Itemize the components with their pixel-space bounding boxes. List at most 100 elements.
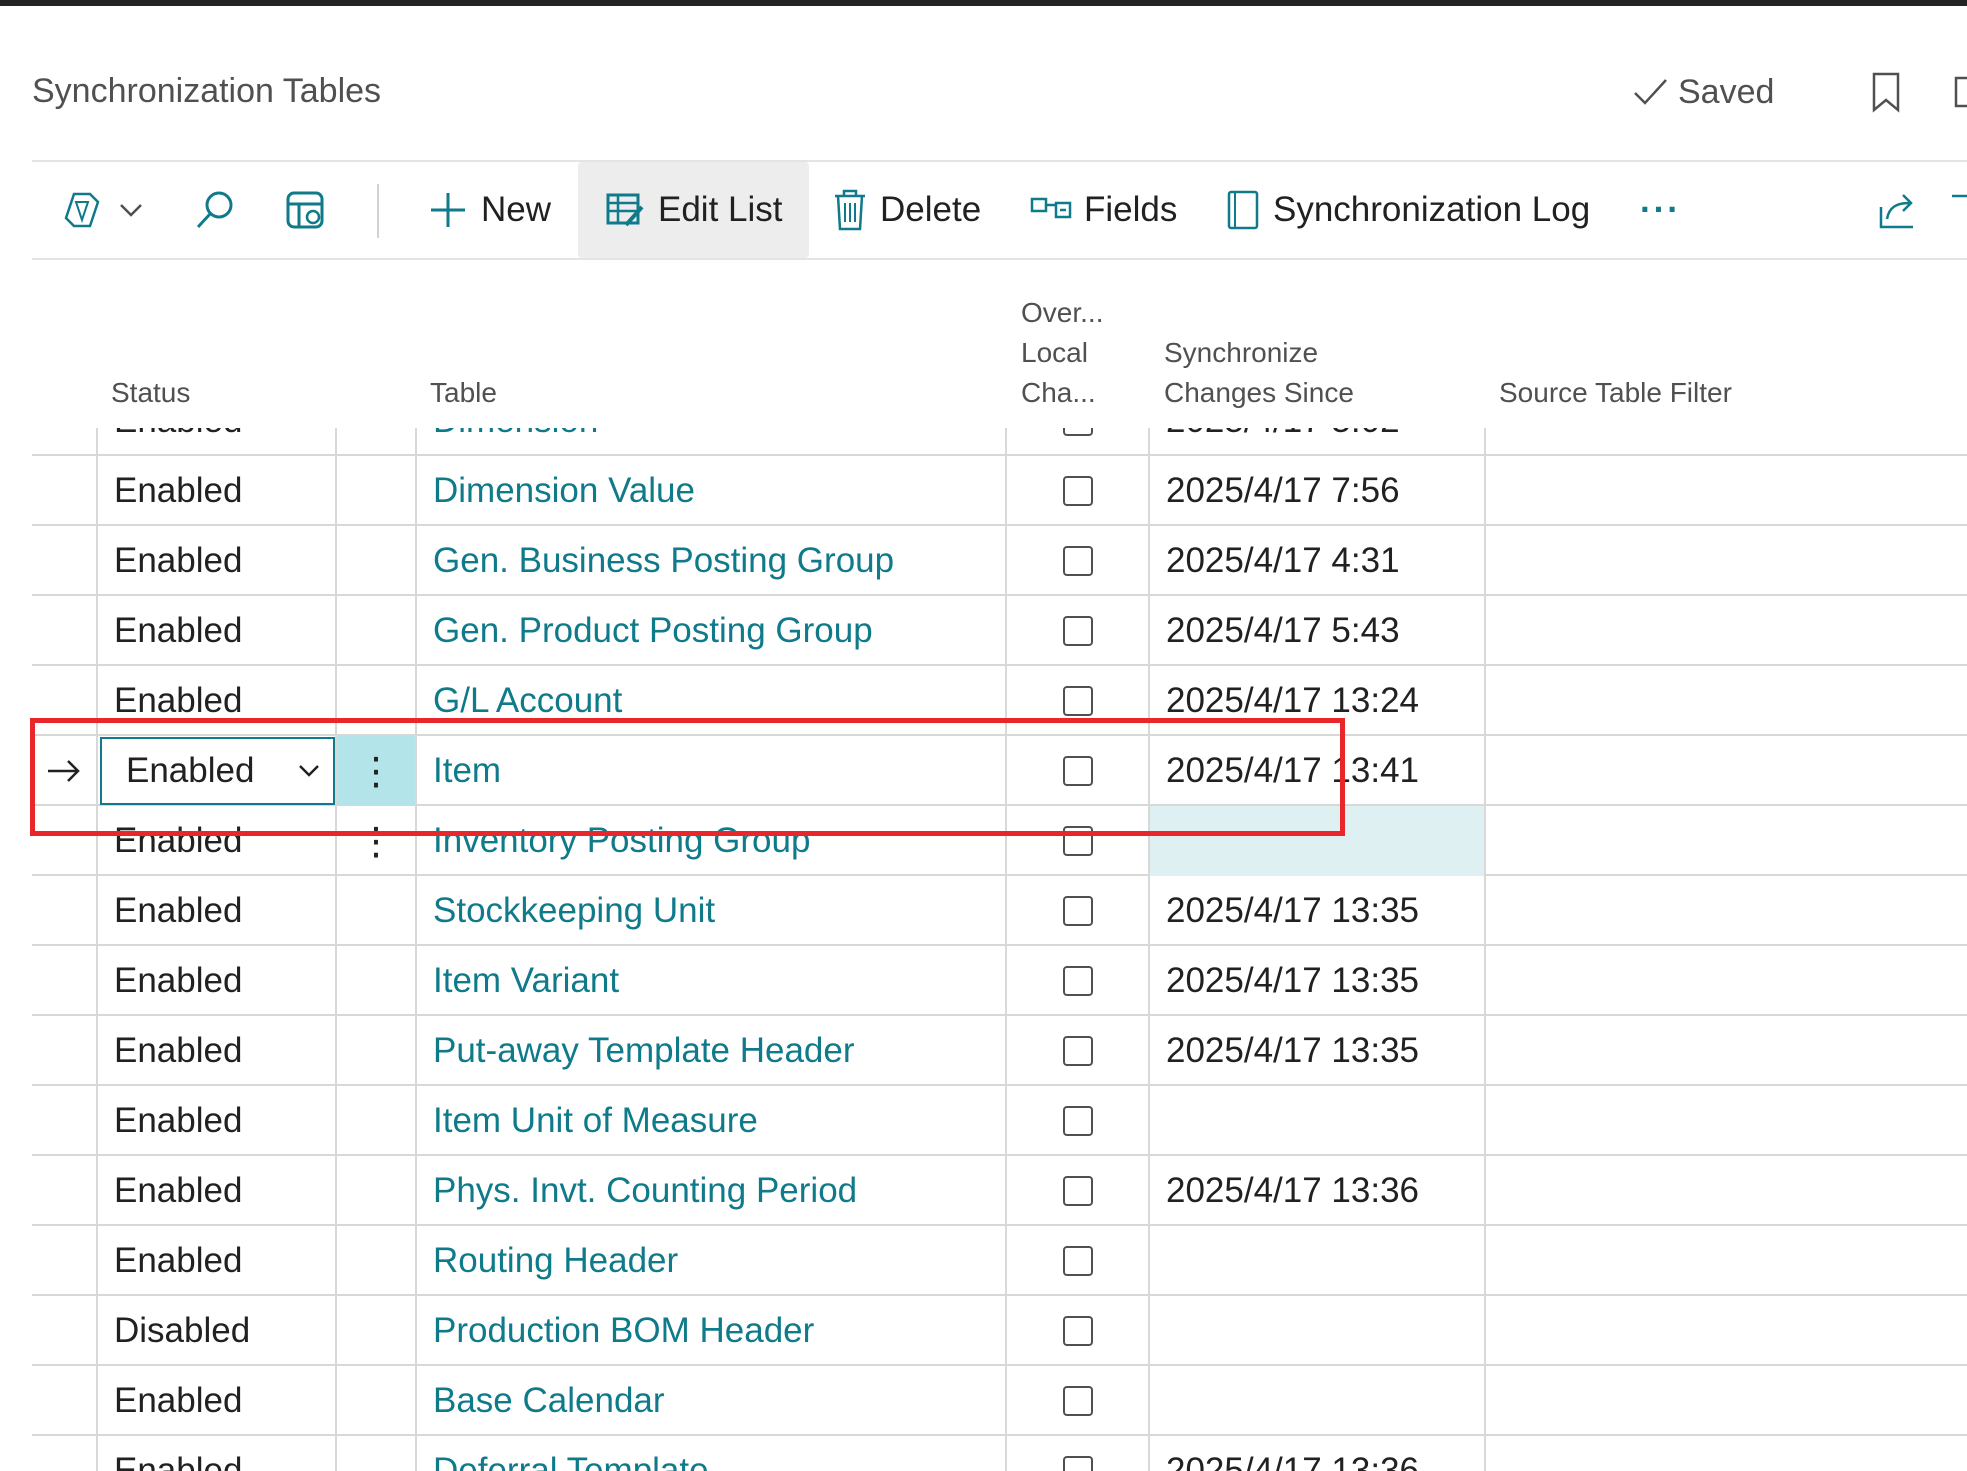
table-row[interactable]: Enabled Dimension 2025/4/17 5:02: [32, 428, 1967, 456]
table-link[interactable]: Item Unit of Measure: [417, 1086, 1007, 1156]
table-row[interactable]: Enabled Stockkeeping Unit 2025/4/17 13:3…: [32, 876, 1967, 946]
row-menu-cell[interactable]: [337, 1436, 417, 1471]
status-cell[interactable]: Enabled: [98, 876, 337, 946]
row-menu-cell[interactable]: [337, 1086, 417, 1156]
overwrite-cell[interactable]: [1007, 1226, 1150, 1296]
filter-cell[interactable]: [1486, 526, 1967, 596]
open-new-window-icon[interactable]: [1950, 68, 1967, 116]
table-link[interactable]: Item Variant: [417, 946, 1007, 1016]
column-header-status[interactable]: Status: [111, 373, 190, 413]
overwrite-cell[interactable]: [1007, 806, 1150, 876]
overwrite-cell[interactable]: [1007, 1296, 1150, 1366]
status-cell[interactable]: Enabled: [98, 428, 337, 456]
overwrite-checkbox[interactable]: [1062, 546, 1093, 576]
table-link[interactable]: Routing Header: [417, 1226, 1007, 1296]
table-row[interactable]: Enabled Item Variant 2025/4/17 13:35: [32, 946, 1967, 1016]
status-cell[interactable]: Enabled: [98, 1086, 337, 1156]
overwrite-checkbox[interactable]: [1062, 476, 1093, 506]
table-link[interactable]: Dimension Value: [417, 456, 1007, 526]
overwrite-checkbox[interactable]: [1062, 428, 1093, 436]
filter-cell[interactable]: [1486, 1016, 1967, 1086]
row-selector[interactable]: [32, 1296, 98, 1366]
column-header-table[interactable]: Table: [430, 373, 497, 413]
sync-since-cell[interactable]: 2025/4/17 13:24: [1150, 666, 1486, 736]
overwrite-checkbox[interactable]: [1062, 1456, 1093, 1471]
overwrite-cell[interactable]: [1007, 526, 1150, 596]
table-row[interactable]: Enabled Phys. Invt. Counting Period 2025…: [32, 1156, 1967, 1226]
table-link[interactable]: Dimension: [417, 428, 1007, 456]
row-selector[interactable]: [32, 736, 98, 806]
filter-cell[interactable]: [1486, 428, 1967, 456]
row-menu-cell[interactable]: [337, 526, 417, 596]
row-actions-menu-button[interactable]: ⋮: [337, 736, 417, 806]
table-link[interactable]: Phys. Invt. Counting Period: [417, 1156, 1007, 1226]
row-selector[interactable]: [32, 666, 98, 736]
overwrite-cell[interactable]: [1007, 736, 1150, 806]
table-row-selected[interactable]: Enabled ⋮ Item 2025/4/17 13:41: [32, 736, 1967, 806]
status-cell[interactable]: Enabled: [98, 736, 337, 806]
status-cell[interactable]: Enabled: [98, 806, 337, 876]
row-selector[interactable]: [32, 1086, 98, 1156]
sync-since-cell[interactable]: [1150, 1296, 1486, 1366]
overwrite-cell[interactable]: [1007, 1086, 1150, 1156]
overwrite-checkbox[interactable]: [1062, 966, 1093, 996]
row-selector[interactable]: [32, 596, 98, 666]
edit-list-button[interactable]: Edit List: [578, 162, 809, 258]
analysis-mode-button[interactable]: [282, 162, 328, 258]
overwrite-cell[interactable]: [1007, 428, 1150, 456]
row-menu-cell[interactable]: [337, 1226, 417, 1296]
sync-since-cell[interactable]: [1150, 806, 1486, 876]
overwrite-checkbox[interactable]: [1062, 1316, 1093, 1346]
overwrite-checkbox[interactable]: [1062, 686, 1093, 716]
row-menu-cell[interactable]: [337, 1156, 417, 1226]
row-menu-cell[interactable]: [337, 456, 417, 526]
table-row[interactable]: Enabled Routing Header: [32, 1226, 1967, 1296]
row-selector[interactable]: [32, 806, 98, 876]
column-header-overwrite-local-change[interactable]: Over... Local Cha...: [1021, 293, 1103, 413]
sync-since-cell[interactable]: [1150, 1226, 1486, 1296]
fields-button[interactable]: Fields: [1030, 162, 1177, 258]
row-menu-cell[interactable]: [337, 1296, 417, 1366]
status-cell[interactable]: Enabled: [98, 666, 337, 736]
delete-button[interactable]: Delete: [832, 162, 981, 258]
sync-since-cell[interactable]: 2025/4/17 5:02: [1150, 428, 1486, 456]
sync-since-cell[interactable]: 2025/4/17 13:35: [1150, 876, 1486, 946]
sync-since-cell[interactable]: 2025/4/17 13:35: [1150, 946, 1486, 1016]
more-options-button[interactable]: ···: [1640, 162, 1681, 258]
table-row[interactable]: Enabled Dimension Value 2025/4/17 7:56: [32, 456, 1967, 526]
table-link[interactable]: Base Calendar: [417, 1366, 1007, 1436]
overwrite-checkbox[interactable]: [1062, 756, 1093, 786]
filter-cell[interactable]: [1486, 456, 1967, 526]
row-selector[interactable]: [32, 1156, 98, 1226]
overwrite-checkbox[interactable]: [1062, 616, 1093, 646]
table-link[interactable]: Deferral Template: [417, 1436, 1007, 1471]
sync-since-cell[interactable]: 2025/4/17 13:35: [1150, 1016, 1486, 1086]
row-actions-menu-button[interactable]: ⋮: [337, 806, 417, 876]
filter-cell[interactable]: [1486, 1296, 1967, 1366]
row-menu-cell[interactable]: [337, 596, 417, 666]
row-selector[interactable]: [32, 1016, 98, 1086]
row-menu-cell[interactable]: [337, 1016, 417, 1086]
status-dropdown[interactable]: Enabled: [100, 737, 335, 805]
row-selector[interactable]: [32, 876, 98, 946]
table-link[interactable]: Stockkeeping Unit: [417, 876, 1007, 946]
table-link[interactable]: Item: [417, 736, 1007, 806]
table-row[interactable]: Disabled Production BOM Header: [32, 1296, 1967, 1366]
overwrite-cell[interactable]: [1007, 666, 1150, 736]
filter-cell[interactable]: [1486, 1366, 1967, 1436]
table-row[interactable]: Enabled Item Unit of Measure: [32, 1086, 1967, 1156]
row-selector[interactable]: [32, 1366, 98, 1436]
sync-since-cell[interactable]: 2025/4/17 5:43: [1150, 596, 1486, 666]
overwrite-cell[interactable]: [1007, 876, 1150, 946]
table-link[interactable]: Production BOM Header: [417, 1296, 1007, 1366]
copilot-menu-button[interactable]: [60, 162, 146, 258]
filter-cell[interactable]: [1486, 1086, 1967, 1156]
row-menu-cell[interactable]: [337, 946, 417, 1016]
filter-cell[interactable]: [1486, 666, 1967, 736]
table-row[interactable]: Enabled Gen. Product Posting Group 2025/…: [32, 596, 1967, 666]
filter-cell[interactable]: [1486, 876, 1967, 946]
overwrite-checkbox[interactable]: [1062, 826, 1093, 856]
overwrite-checkbox[interactable]: [1062, 1106, 1093, 1136]
row-selector[interactable]: [32, 1226, 98, 1296]
row-menu-cell[interactable]: [337, 428, 417, 456]
